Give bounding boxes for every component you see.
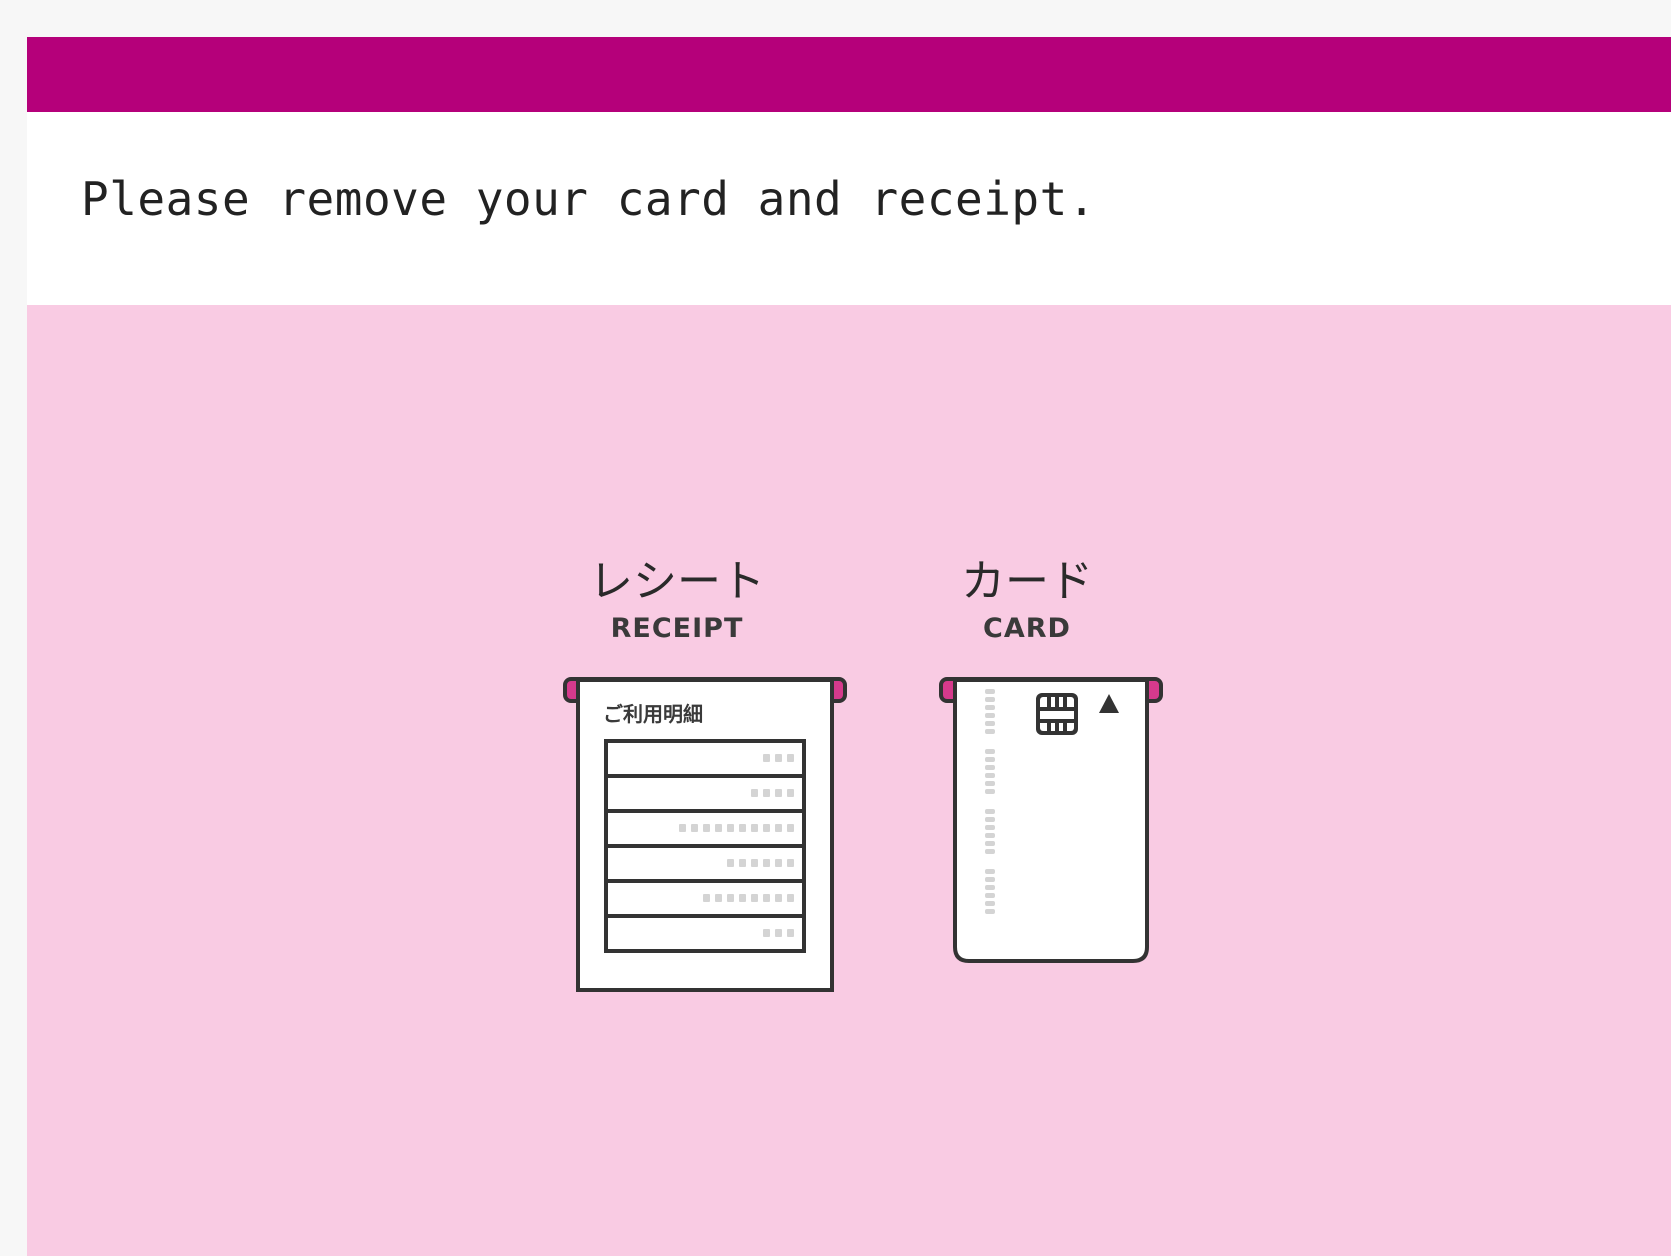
receipt-placeholder-dot [739, 859, 746, 867]
receipt-placeholder-dot [775, 824, 782, 832]
receipt-placeholder-dot [763, 859, 770, 867]
atm-screen-frame: Please remove your card and receipt. レシー… [0, 0, 1671, 1256]
header-bar [27, 37, 1671, 112]
card-stripe-dot [985, 757, 995, 762]
card-stripe-dot [985, 809, 995, 814]
instruction-message: Please remove your card and receipt. [81, 172, 1096, 226]
card-stripe-dot [985, 833, 995, 838]
receipt-placeholder-dot [739, 824, 746, 832]
card-stripe-dot [985, 849, 995, 854]
card-icon [939, 677, 1163, 963]
receipt-placeholder-dot [751, 824, 758, 832]
card-stripe-dot [985, 789, 995, 794]
card-stripe-dot [985, 721, 995, 726]
receipt-placeholder-dot [751, 859, 758, 867]
receipt-placeholder-dot [787, 859, 794, 867]
receipt-placeholder-dot [775, 894, 782, 902]
receipt-placeholder-dot [727, 824, 734, 832]
card-stripe-dot [985, 817, 995, 822]
receipt-placeholder-dot [763, 824, 770, 832]
card-stripe-dot [985, 841, 995, 846]
receipt-icon: ご利用明細 [563, 677, 847, 992]
card-label-en: CARD [983, 613, 1071, 644]
receipt-table [604, 739, 806, 953]
receipt-title: ご利用明細 [603, 702, 703, 726]
receipt-placeholder-dot [703, 824, 710, 832]
receipt-placeholder-dot [715, 894, 722, 902]
card-stripe-dot [985, 697, 995, 702]
receipt-placeholder-dot [763, 929, 770, 937]
receipt-placeholder-dot [703, 894, 710, 902]
receipt-placeholder-dot [751, 789, 758, 797]
card-stripe-dot [985, 713, 995, 718]
card-stripe-dot [985, 825, 995, 830]
receipt-placeholder-dot [739, 894, 746, 902]
receipt-placeholder-dot [775, 789, 782, 797]
receipt-placeholder-dot [691, 824, 698, 832]
card-stripe-dot [985, 893, 995, 898]
card-stripe-dot [985, 729, 995, 734]
receipt-placeholder-dot [679, 824, 686, 832]
illustration-area: レシート RECEIPT カード CARD ご利用明細 [27, 305, 1671, 1256]
message-area: Please remove your card and receipt. [27, 112, 1671, 305]
receipt-placeholder-dot [775, 859, 782, 867]
receipt-placeholder-dot [787, 789, 794, 797]
receipt-placeholder-dot [787, 754, 794, 762]
card-stripe-dot [985, 885, 995, 890]
card-stripe-dot [985, 869, 995, 874]
receipt-placeholder-dot [751, 894, 758, 902]
card-stripe-dot [985, 901, 995, 906]
card-stripe-dot [985, 781, 995, 786]
receipt-placeholder-dot [775, 754, 782, 762]
card-stripe-dot [985, 705, 995, 710]
card-stripe-dot [985, 749, 995, 754]
card-stripe-dot [985, 689, 995, 694]
chip-icon [1036, 693, 1078, 735]
receipt-label-en: RECEIPT [610, 613, 744, 644]
receipt-label-ja: レシート [589, 556, 765, 607]
receipt-placeholder-dot [763, 789, 770, 797]
card-stripe-dot [985, 909, 995, 914]
receipt-placeholder-dot [763, 894, 770, 902]
card-stripe-dot [985, 877, 995, 882]
receipt-placeholder-dot [727, 859, 734, 867]
card-label-ja: カード [961, 556, 1093, 607]
card-stripe-dot [985, 765, 995, 770]
atm-screen: Please remove your card and receipt. レシー… [27, 37, 1671, 1256]
receipt-placeholder-dot [787, 894, 794, 902]
receipt-placeholder-dot [727, 894, 734, 902]
receipt-placeholder-dot [775, 929, 782, 937]
receipt-placeholder-dot [763, 754, 770, 762]
receipt-placeholder-dot [715, 824, 722, 832]
card-stripe-dot [985, 773, 995, 778]
receipt-placeholder-dot [787, 929, 794, 937]
receipt-placeholder-dot [787, 824, 794, 832]
